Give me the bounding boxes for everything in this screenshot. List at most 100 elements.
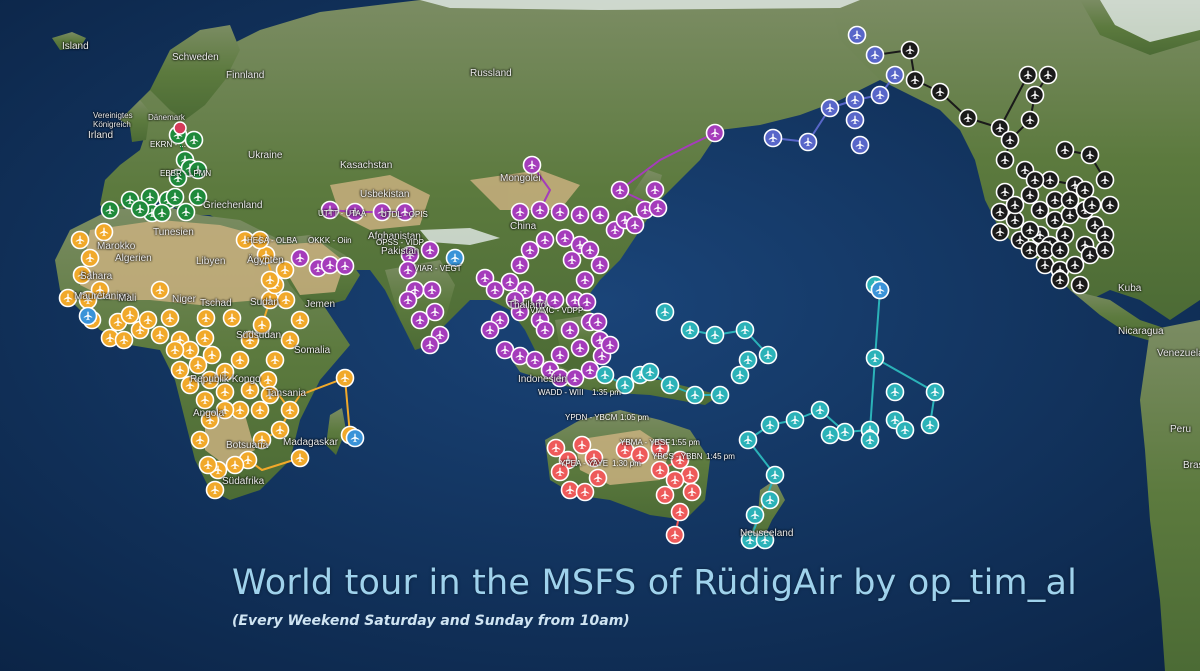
oceania-airport-marker[interactable] xyxy=(810,400,830,420)
oceania-airport-marker[interactable] xyxy=(895,420,915,440)
northamerica-airport-marker[interactable] xyxy=(1095,170,1115,190)
asia-airport-marker[interactable] xyxy=(420,240,440,260)
oceania-airport-marker[interactable] xyxy=(860,430,880,450)
africa-airport-marker[interactable] xyxy=(165,340,185,360)
asia-airport-marker[interactable] xyxy=(420,335,440,355)
northamerica-airport-marker[interactable] xyxy=(1000,130,1020,150)
northamerica-airport-marker[interactable] xyxy=(1095,240,1115,260)
australia-airport-marker[interactable] xyxy=(670,502,690,522)
northamerica-airport-marker[interactable] xyxy=(1005,195,1025,215)
asia-airport-marker[interactable] xyxy=(560,320,580,340)
alaska-airport-marker[interactable] xyxy=(763,128,783,148)
africa-airport-marker[interactable] xyxy=(270,420,290,440)
europe-airport-marker[interactable] xyxy=(100,200,120,220)
oceania-airport-marker[interactable] xyxy=(760,490,780,510)
alaska-airport-marker[interactable] xyxy=(820,98,840,118)
asia-airport-marker[interactable] xyxy=(570,338,590,358)
oceania-airport-marker[interactable] xyxy=(685,385,705,405)
asia-airport-marker[interactable] xyxy=(510,255,530,275)
asia-airport-marker[interactable] xyxy=(590,255,610,275)
africa-airport-marker[interactable] xyxy=(260,270,280,290)
asia-airport-marker[interactable] xyxy=(535,320,555,340)
asia-airport-marker[interactable] xyxy=(290,248,310,268)
asia-airport-marker[interactable] xyxy=(480,320,500,340)
oceania-airport-marker[interactable] xyxy=(640,362,660,382)
northamerica-airport-marker[interactable] xyxy=(1038,65,1058,85)
location-pin-icon[interactable] xyxy=(173,121,187,135)
europe-airport-marker[interactable] xyxy=(176,202,196,222)
africa-airport-marker[interactable] xyxy=(276,290,296,310)
oceania-airport-marker[interactable] xyxy=(680,320,700,340)
asia-airport-marker[interactable] xyxy=(550,345,570,365)
northamerica-airport-marker[interactable] xyxy=(1025,170,1045,190)
special-airport-marker[interactable] xyxy=(870,280,890,300)
africa-airport-marker[interactable] xyxy=(215,382,235,402)
asia-airport-marker[interactable] xyxy=(575,270,595,290)
northamerica-airport-marker[interactable] xyxy=(900,40,920,60)
asia-airport-marker[interactable] xyxy=(398,290,418,310)
northamerica-airport-marker[interactable] xyxy=(1070,275,1090,295)
asia-airport-marker[interactable] xyxy=(525,350,545,370)
northamerica-airport-marker[interactable] xyxy=(1080,145,1100,165)
northamerica-airport-marker[interactable] xyxy=(930,82,950,102)
africa-airport-marker[interactable] xyxy=(160,308,180,328)
asia-airport-marker[interactable] xyxy=(645,180,665,200)
asia-airport-marker[interactable] xyxy=(625,215,645,235)
northamerica-airport-marker[interactable] xyxy=(958,108,978,128)
northamerica-airport-marker[interactable] xyxy=(1055,140,1075,160)
oceania-airport-marker[interactable] xyxy=(710,385,730,405)
northamerica-airport-marker[interactable] xyxy=(1018,65,1038,85)
alaska-airport-marker[interactable] xyxy=(845,110,865,130)
oceania-airport-marker[interactable] xyxy=(765,465,785,485)
oceania-airport-marker[interactable] xyxy=(655,302,675,322)
africa-airport-marker[interactable] xyxy=(114,330,134,350)
asia-airport-marker[interactable] xyxy=(610,180,630,200)
europe-airport-marker[interactable] xyxy=(130,199,150,219)
oceania-airport-marker[interactable] xyxy=(920,415,940,435)
africa-airport-marker[interactable] xyxy=(225,455,245,475)
australia-airport-marker[interactable] xyxy=(588,468,608,488)
africa-airport-marker[interactable] xyxy=(205,480,225,500)
africa-airport-marker[interactable] xyxy=(80,248,100,268)
oceania-airport-marker[interactable] xyxy=(820,425,840,445)
africa-airport-marker[interactable] xyxy=(198,455,218,475)
oceania-airport-marker[interactable] xyxy=(785,410,805,430)
northamerica-airport-marker[interactable] xyxy=(905,70,925,90)
oceania-airport-marker[interactable] xyxy=(925,382,945,402)
oceania-airport-marker[interactable] xyxy=(730,365,750,385)
alaska-airport-marker[interactable] xyxy=(865,45,885,65)
africa-airport-marker[interactable] xyxy=(150,325,170,345)
africa-airport-marker[interactable] xyxy=(280,400,300,420)
africa-airport-marker[interactable] xyxy=(250,400,270,420)
northamerica-airport-marker[interactable] xyxy=(1060,190,1080,210)
northamerica-airport-marker[interactable] xyxy=(1020,220,1040,240)
africa-airport-marker[interactable] xyxy=(222,308,242,328)
africa-airport-marker[interactable] xyxy=(195,328,215,348)
alaska-airport-marker[interactable] xyxy=(847,25,867,45)
northamerica-airport-marker[interactable] xyxy=(1082,195,1102,215)
oceania-airport-marker[interactable] xyxy=(660,375,680,395)
africa-airport-marker[interactable] xyxy=(230,350,250,370)
africa-airport-marker[interactable] xyxy=(138,310,158,330)
alaska-airport-marker[interactable] xyxy=(845,90,865,110)
special-airport-marker[interactable] xyxy=(78,306,98,326)
northamerica-airport-marker[interactable] xyxy=(1065,255,1085,275)
oceania-airport-marker[interactable] xyxy=(758,345,778,365)
asia-airport-marker[interactable] xyxy=(522,155,542,175)
asia-airport-marker[interactable] xyxy=(588,312,608,332)
europe-airport-marker[interactable] xyxy=(184,130,204,150)
asia-airport-marker[interactable] xyxy=(580,240,600,260)
world-map[interactable]: Island Schweden Finnland Russland Verein… xyxy=(0,0,1200,671)
northamerica-airport-marker[interactable] xyxy=(990,222,1010,242)
northamerica-airport-marker[interactable] xyxy=(1100,195,1120,215)
asia-airport-marker[interactable] xyxy=(648,198,668,218)
africa-airport-marker[interactable] xyxy=(265,350,285,370)
asia-airport-marker[interactable] xyxy=(510,202,530,222)
oceania-airport-marker[interactable] xyxy=(705,325,725,345)
africa-airport-marker[interactable] xyxy=(290,310,310,330)
asia-airport-marker[interactable] xyxy=(705,123,725,143)
northamerica-airport-marker[interactable] xyxy=(1025,85,1045,105)
australia-airport-marker[interactable] xyxy=(655,485,675,505)
asia-airport-marker[interactable] xyxy=(570,205,590,225)
asia-airport-marker[interactable] xyxy=(335,256,355,276)
